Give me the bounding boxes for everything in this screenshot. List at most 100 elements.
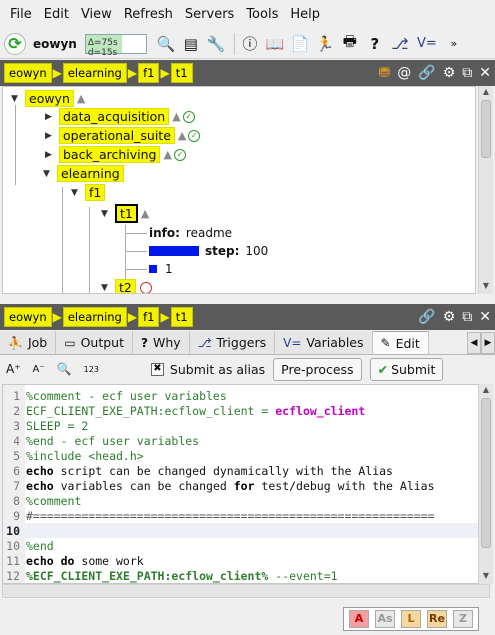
at-icon[interactable]: @	[397, 65, 411, 81]
attr-label[interactable]: info: readme	[149, 224, 232, 242]
tab-edit[interactable]: ✎ Edit	[372, 331, 429, 354]
expanded-arrow-icon[interactable]: ▼	[101, 209, 111, 219]
scroll-down-icon[interactable]: ▼	[479, 571, 493, 583]
tree-icon[interactable]: ⎇	[389, 33, 411, 55]
collapsed-arrow-icon[interactable]: ▶	[45, 131, 55, 141]
scroll-thumb[interactable]	[481, 100, 491, 158]
scroll-up-icon[interactable]: ▲	[479, 385, 493, 397]
tree-node-suite[interactable]: ▶ data_acquisition ▲ ✓	[45, 107, 195, 126]
tree-node-family[interactable]: ▼ f1	[71, 183, 106, 202]
submit-button[interactable]: ✔ Submit	[369, 357, 444, 381]
status-flag[interactable]: As	[375, 609, 395, 628]
tab-scroll-right-icon[interactable]: ▶	[481, 331, 495, 354]
family-label[interactable]: f1	[85, 184, 106, 201]
preprocess-button[interactable]: Pre-process	[273, 357, 362, 381]
info-icon[interactable]: ⓘ	[239, 33, 261, 55]
tab-why[interactable]: ? Why	[133, 331, 190, 354]
breadcrumb-item[interactable]: t1	[170, 307, 193, 327]
scroll-thumb[interactable]	[481, 398, 491, 548]
tab-triggers[interactable]: ⎇ Triggers	[189, 331, 276, 354]
scroll-up-icon[interactable]: ▲	[479, 87, 493, 99]
link-icon[interactable]: 🔗	[418, 309, 435, 325]
attr-meter[interactable]: step: 100	[149, 242, 268, 260]
search-icon[interactable]: 🔍	[155, 33, 177, 55]
expanded-arrow-icon[interactable]: ▼	[101, 283, 111, 293]
suite-label[interactable]: operational_suite	[59, 127, 175, 144]
tab-scroll-left-icon[interactable]: ◀	[467, 331, 481, 354]
tree-node-task[interactable]: ▼ t1 ▲	[101, 204, 149, 223]
tree-node-suite[interactable]: ▶ operational_suite ▲ ✓	[45, 126, 201, 145]
suite-label[interactable]: elearning	[57, 165, 124, 182]
filter-icon[interactable]: ⛃	[379, 65, 391, 81]
run-icon[interactable]: 🏃	[314, 33, 336, 55]
task-label-selected[interactable]: t1	[115, 204, 138, 223]
help-icon[interactable]: ?	[364, 33, 386, 55]
detach-icon[interactable]: ⧉	[462, 65, 472, 81]
font-decrease-icon[interactable]: A⁻	[33, 364, 45, 375]
menu-tools[interactable]: Tools	[246, 7, 278, 22]
gear-icon[interactable]: ⚙	[443, 65, 456, 81]
wrench-icon[interactable]: 🔧	[205, 33, 227, 55]
checkbox-box[interactable]: ✖	[150, 362, 164, 376]
collapsed-arrow-icon[interactable]: ▶	[45, 150, 55, 160]
task-label[interactable]: t2	[115, 279, 136, 293]
tree-node-task[interactable]: ▼ t2	[101, 278, 152, 293]
expanded-arrow-icon[interactable]: ▼	[43, 169, 53, 179]
status-flag[interactable]: A	[349, 609, 369, 628]
tree-scrollbar[interactable]: ▲ ▼	[478, 86, 493, 294]
menu-refresh[interactable]: Refresh	[124, 7, 173, 22]
tree-node-suite[interactable]: ▶ back_archiving ▲ ✓	[45, 145, 186, 164]
status-bar: A As L Re Z	[0, 602, 495, 635]
submit-as-alias-checkbox[interactable]: ✖ Submit as alias	[150, 362, 265, 377]
server-name[interactable]: eowyn	[29, 33, 81, 55]
breadcrumb-item[interactable]: eowyn	[4, 307, 52, 327]
status-flag[interactable]: Re	[427, 609, 447, 628]
detach-icon[interactable]: ⧉	[462, 309, 472, 325]
menu-help[interactable]: Help	[290, 7, 320, 22]
goto-line-icon[interactable]: 123	[84, 365, 99, 374]
breadcrumb-item[interactable]: f1	[138, 307, 160, 327]
menu-view[interactable]: View	[81, 7, 112, 22]
editor-scrollbar[interactable]: ▲ ▼	[478, 384, 493, 584]
printer-icon[interactable]: 🖶	[339, 32, 361, 55]
status-flag[interactable]: Z	[453, 609, 473, 628]
breadcrumb-arrow-icon: ▶	[160, 310, 170, 324]
breadcrumb-item[interactable]: f1	[138, 63, 160, 83]
server-icon[interactable]: ▤	[180, 33, 202, 55]
script-icon[interactable]: 📄	[289, 33, 311, 55]
book-icon[interactable]: 📖	[264, 33, 286, 55]
suite-label[interactable]: back_archiving	[59, 146, 161, 163]
expanded-arrow-icon[interactable]: ▼	[71, 188, 81, 198]
collapsed-arrow-icon[interactable]: ▶	[45, 112, 55, 122]
close-icon[interactable]: ✕	[479, 65, 491, 81]
attr-event[interactable]: 1	[149, 260, 173, 278]
suite-label[interactable]: data_acquisition	[59, 108, 170, 125]
search-icon[interactable]: 🔍	[57, 362, 72, 376]
close-icon[interactable]: ✕	[479, 309, 491, 325]
breadcrumb-item[interactable]: elearning	[62, 63, 127, 83]
gear-icon[interactable]: ⚙	[443, 309, 456, 325]
menu-file[interactable]: File	[10, 7, 32, 22]
breadcrumb-item[interactable]: eowyn	[4, 63, 52, 83]
scroll-down-icon[interactable]: ▼	[479, 281, 493, 293]
script-editor[interactable]: 1 %comment - ecf user variables 2 ECF_CLIE…	[2, 384, 490, 584]
tree-node-suite[interactable]: ▼ elearning	[43, 164, 124, 183]
tree-node-server[interactable]: ▼ eowyn ▲	[11, 89, 85, 108]
breadcrumb-item[interactable]: t1	[170, 63, 193, 83]
complete-check-icon: ✓	[188, 129, 201, 142]
link-icon[interactable]: 🔗	[418, 65, 435, 81]
tab-job[interactable]: ⛹ Job	[0, 331, 57, 354]
status-flag[interactable]: L	[401, 609, 421, 628]
refresh-icon[interactable]: ⟳	[4, 32, 26, 55]
font-increase-icon[interactable]: A⁺	[6, 362, 21, 376]
tab-variables[interactable]: V= Variables	[275, 331, 373, 354]
menu-edit[interactable]: Edit	[44, 7, 69, 22]
editor-horizontal-scrollbar[interactable]	[2, 584, 490, 598]
server-label[interactable]: eowyn	[25, 90, 74, 107]
toolbar-overflow-icon[interactable]: »	[443, 33, 465, 55]
menu-servers[interactable]: Servers	[185, 7, 234, 22]
variables-icon[interactable]: V=	[414, 33, 440, 55]
tab-output[interactable]: ▭ Output	[56, 331, 133, 354]
expanded-arrow-icon[interactable]: ▼	[11, 94, 21, 104]
breadcrumb-item[interactable]: elearning	[62, 307, 127, 327]
